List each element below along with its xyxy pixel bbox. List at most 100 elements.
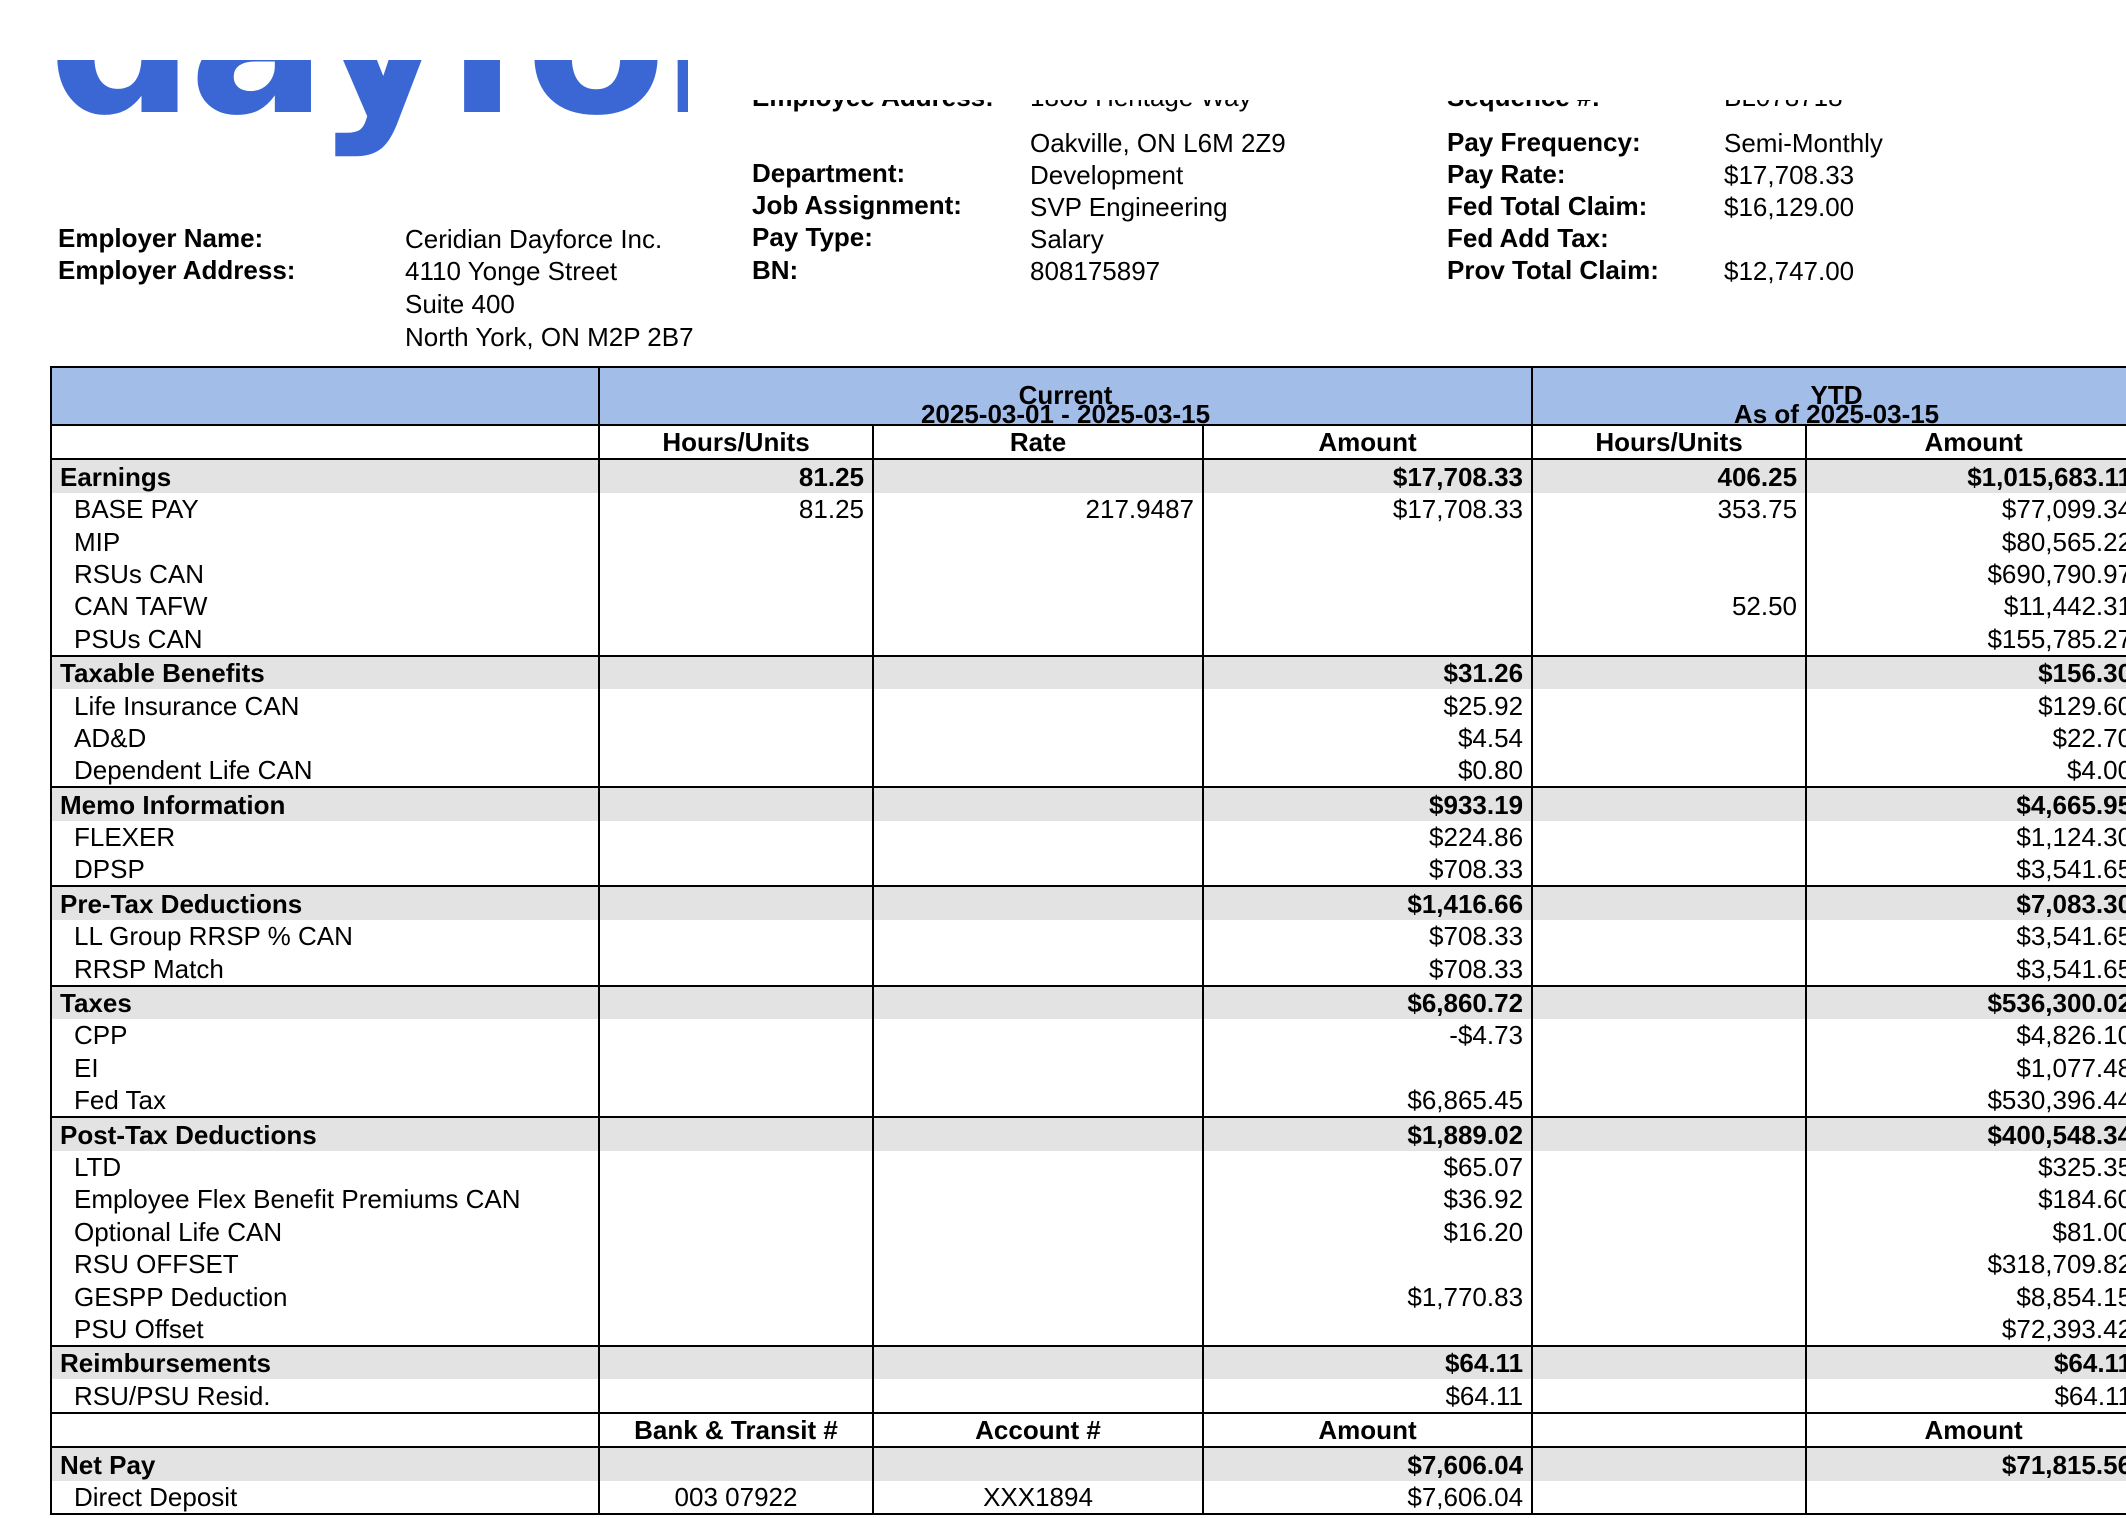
row-hours [598, 1019, 874, 1052]
row-rate [872, 753, 1204, 788]
row-description: Memo Information [50, 786, 600, 821]
row-rate [872, 1344, 1204, 1380]
row-rate [872, 557, 1204, 590]
row-ytd-hours [1531, 1312, 1808, 1346]
row-ytd-hours [1531, 952, 1808, 986]
table-row: RSU OFFSET $318,709.82 [50, 1247, 2126, 1281]
row-description: EI [50, 1051, 600, 1084]
table-row: PSU Offset $72,393.42 [50, 1312, 2126, 1346]
row-ytd-hours [1531, 1083, 1808, 1118]
row-ytd-amount: $536,300.02 [1805, 984, 2126, 1020]
col-account-header: Account # [872, 1411, 1204, 1449]
row-hours [598, 919, 874, 953]
row-amount: $6,865.45 [1201, 1083, 1534, 1118]
current-period-header: Current 2025-03-01 - 2025-03-15 [597, 366, 1534, 425]
table-row: FLEXER $224.86 $1,124.30 [50, 820, 2126, 854]
row-ytd-hours: 353.75 [1531, 492, 1808, 526]
row-hours [598, 1312, 874, 1346]
table-row: Life Insurance CAN $25.92 $129.60 [50, 689, 2126, 722]
row-hours [598, 557, 874, 590]
row-ytd-hours: 52.50 [1531, 589, 1808, 623]
row-description: Pre-Tax Deductions [50, 885, 600, 920]
row-hours [598, 1116, 874, 1151]
row-amount: $17,708.33 [1201, 458, 1534, 493]
row-rate [872, 1312, 1204, 1346]
row-rate [872, 1150, 1204, 1183]
section-row: Taxes $6,860.72 $536,300.02 [50, 984, 2126, 1020]
row-rate [872, 1019, 1204, 1052]
row-hours [598, 984, 874, 1020]
direct-deposit-row: Direct Deposit 003 07922 XXX1894 $7,606.04 [50, 1480, 2126, 1515]
row-ytd-amount: $318,709.82 [1805, 1247, 2126, 1281]
table-row: CAN TAFW 52.50 $11,442.31 [50, 589, 2126, 623]
row-description: PSUs CAN [50, 622, 600, 656]
row-description: Taxes [50, 984, 600, 1020]
row-ytd-amount: $64.11 [1805, 1344, 2126, 1380]
row-hours [598, 1344, 874, 1380]
net-pay-ytd-amount: $71,815.56 [1805, 1446, 2126, 1481]
row-ytd-amount: $72,393.42 [1805, 1312, 2126, 1346]
row-ytd-hours [1531, 721, 1808, 754]
row-rate [872, 458, 1204, 493]
row-amount: $4.54 [1201, 721, 1534, 754]
row-ytd-hours [1531, 1019, 1808, 1052]
table-row: AD&D $4.54 $22.70 [50, 721, 2126, 754]
table-column-header: Hours/Units Rate Amount Hours/Units Amou… [50, 423, 2126, 461]
row-ytd-amount: $1,124.30 [1805, 820, 2126, 854]
row-description: MIP [50, 525, 600, 558]
bn-value: 808175897 [1030, 256, 1161, 286]
row-rate [872, 1116, 1204, 1151]
row-amount: $64.11 [1201, 1344, 1534, 1380]
row-description: Life Insurance CAN [50, 689, 600, 722]
row-hours: 81.25 [598, 492, 874, 526]
row-amount: $1,770.83 [1201, 1280, 1534, 1313]
pay-type-label: Pay Type: [752, 222, 873, 252]
row-amount: $36.92 [1201, 1182, 1534, 1216]
employer-address-line2: Suite 400 [405, 289, 515, 319]
row-ytd-amount: $3,541.65 [1805, 952, 2126, 986]
row-ytd-amount: $77,099.34 [1805, 492, 2126, 526]
row-ytd-hours [1531, 689, 1808, 722]
table-row: BASE PAY 81.25 217.9487 $17,708.33 353.75 $77… [50, 492, 2126, 526]
row-rate [872, 654, 1204, 690]
row-hours [598, 525, 874, 558]
row-description: Dependent Life CAN [50, 753, 600, 788]
row-hours [598, 1150, 874, 1183]
sequence-value-clipped: BL078718 [1724, 100, 1924, 130]
row-hours [598, 1083, 874, 1118]
deposit-column-header: Bank & Transit # Account # Amount Amount [50, 1411, 2126, 1449]
row-ytd-hours [1531, 557, 1808, 590]
department-value: Development [1030, 160, 1184, 190]
row-amount: $1,416.66 [1201, 885, 1534, 920]
row-ytd-amount: $184.60 [1805, 1182, 2126, 1216]
row-description: Fed Tax [50, 1083, 600, 1118]
row-description: CPP [50, 1019, 600, 1052]
table-row: PSUs CAN $155,785.27 [50, 622, 2126, 656]
row-hours [598, 786, 874, 821]
deposit-bank-transit: 003 07922 [598, 1480, 874, 1515]
table-row: Optional Life CAN $16.20 $81.00 [50, 1215, 2126, 1248]
row-description: PSU Offset [50, 1312, 600, 1346]
row-rate [872, 721, 1204, 754]
job-assignment-label: Job Assignment: [752, 190, 962, 220]
row-rate [872, 525, 1204, 558]
table-row: RRSP Match $708.33 $3,541.65 [50, 952, 2126, 986]
row-ytd-hours [1531, 1280, 1808, 1313]
table-row: LTD $65.07 $325.35 [50, 1150, 2126, 1183]
pay-frequency-label: Pay Frequency: [1447, 127, 1641, 157]
job-assignment-value: SVP Engineering [1030, 192, 1228, 222]
col-bank-header: Bank & Transit # [598, 1411, 874, 1449]
row-ytd-hours [1531, 919, 1808, 953]
row-description: AD&D [50, 721, 600, 754]
row-ytd-amount: $64.11 [1805, 1379, 2126, 1413]
table-row: LL Group RRSP % CAN $708.33 $3,541.65 [50, 919, 2126, 953]
row-amount [1201, 589, 1534, 623]
row-ytd-hours [1531, 786, 1808, 821]
deposit-account: XXX1894 [872, 1480, 1204, 1515]
row-rate [872, 1083, 1204, 1118]
logo-wordmark: dayforce [48, 60, 688, 145]
bn-label: BN: [752, 255, 799, 285]
row-rate [872, 885, 1204, 920]
table-row: GESPP Deduction $1,770.83 $8,854.15 [50, 1280, 2126, 1313]
pay-frequency-value: Semi-Monthly [1724, 128, 1883, 158]
